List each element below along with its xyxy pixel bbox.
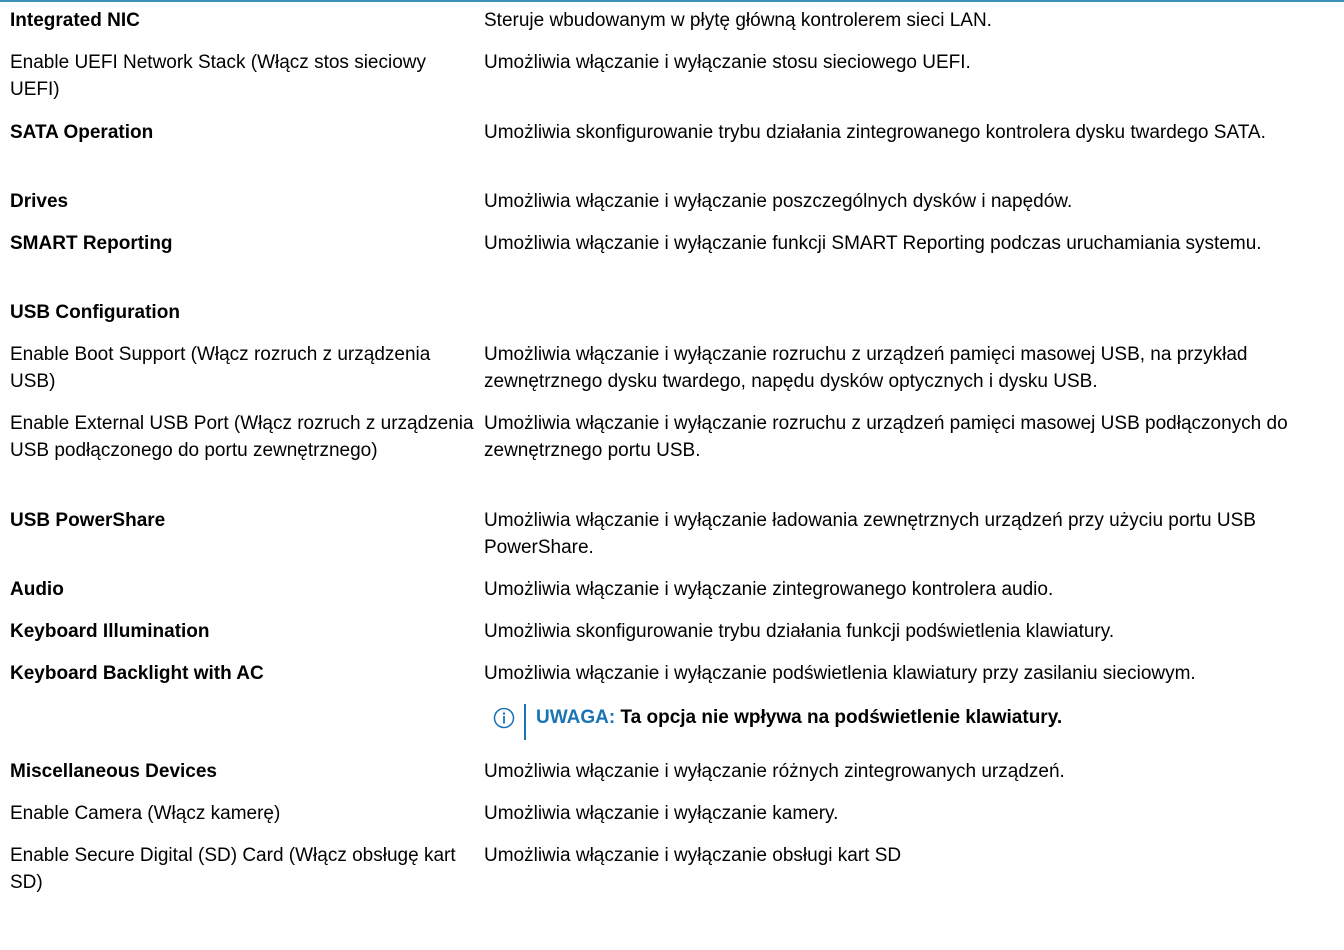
rows-group-main: Integrated NIC Steruje wbudowanym w płytę…	[10, 7, 1344, 700]
note-text: UWAGA: Ta opcja nie wpływa na podświetle…	[536, 704, 1062, 731]
option-name: SMART Reporting	[10, 233, 173, 254]
table-row: Keyboard Illumination Umożliwia skonfigur…	[10, 618, 1344, 660]
option-name: USB Configuration	[10, 302, 180, 323]
option-name: Miscellaneous Devices	[10, 761, 217, 782]
option-description: Umożliwia włączanie i wyłączanie rozruch…	[484, 344, 1248, 392]
option-description: Umożliwia włączanie i wyłączanie poszcze…	[484, 191, 1073, 212]
option-name: Enable UEFI Network Stack (Włącz stos si…	[10, 52, 427, 100]
option-description	[484, 299, 1344, 341]
option-description: Umożliwia włączanie i wyłączanie kamery.	[484, 803, 839, 824]
table-row: SMART Reporting Umożliwia włączanie i wył…	[10, 230, 1344, 299]
option-description: Umożliwia włączanie i wyłączanie zintegr…	[484, 579, 1054, 600]
option-name: SATA Operation	[10, 122, 154, 143]
option-description: Umożliwia włączanie i wyłączanie ładowan…	[484, 510, 1256, 558]
option-name: Keyboard Illumination	[10, 621, 210, 642]
option-description: Umożliwia włączanie i wyłączanie rozruch…	[484, 413, 1288, 461]
table-row: Audio Umożliwia włączanie i wyłączanie zi…	[10, 576, 1344, 618]
rows-group-misc: Miscellaneous Devices Umożliwia włączanie…	[10, 758, 1344, 902]
table-row: Keyboard Backlight with AC Umożliwia włąc…	[10, 660, 1344, 700]
table-row: USB Configuration	[10, 299, 1344, 341]
table-row: Enable External USB Port (Włącz rozruch …	[10, 410, 1344, 507]
option-name: Enable Secure Digital (SD) Card (Włącz o…	[10, 845, 456, 893]
option-name: Enable Boot Support (Włącz rozruch z urz…	[10, 344, 431, 392]
note-body: Ta opcja nie wpływa na podświetlenie kla…	[615, 707, 1063, 728]
table-row: SATA Operation Umożliwia skonfigurowanie …	[10, 119, 1344, 188]
top-rule	[0, 0, 1344, 2]
note-callout: UWAGA: Ta opcja nie wpływa na podświetle…	[484, 704, 1344, 758]
option-description: Umożliwia włączanie i wyłączanie stosu s…	[484, 52, 971, 73]
info-icon	[484, 704, 524, 729]
option-name: Integrated NIC	[10, 10, 140, 31]
option-description: Umożliwia skonfigurowanie trybu działani…	[484, 621, 1115, 642]
table-row: Enable Camera (Włącz kamerę) Umożliwia wł…	[10, 800, 1344, 842]
option-name: Drives	[10, 191, 69, 212]
option-description: Umożliwia włączanie i wyłączanie funkcji…	[484, 233, 1262, 254]
table-row: Enable UEFI Network Stack (Włącz stos si…	[10, 49, 1344, 119]
note-divider	[524, 704, 526, 740]
option-name: Audio	[10, 579, 64, 600]
options-table: Integrated NIC Steruje wbudowanym w płytę…	[10, 7, 1344, 902]
option-name: Enable Camera (Włącz kamerę)	[10, 803, 281, 824]
option-description: Umożliwia włączanie i wyłączanie obsługi…	[484, 845, 902, 866]
note-label: UWAGA:	[536, 707, 616, 728]
table-row: Miscellaneous Devices Umożliwia włączanie…	[10, 758, 1344, 800]
option-name: USB PowerShare	[10, 510, 166, 531]
option-name: Keyboard Backlight with AC	[10, 663, 264, 684]
table-row: Integrated NIC Steruje wbudowanym w płytę…	[10, 7, 1344, 49]
table-row: Enable Secure Digital (SD) Card (Włącz o…	[10, 842, 1344, 902]
option-description: Steruje wbudowanym w płytę główną kontro…	[484, 10, 992, 31]
option-name: Enable External USB Port (Włącz rozruch …	[10, 413, 474, 461]
table-row: Drives Umożliwia włączanie i wyłączanie p…	[10, 188, 1344, 230]
option-description: Umożliwia włączanie i wyłączanie podświe…	[484, 663, 1196, 684]
option-description: Umożliwia włączanie i wyłączanie różnych…	[484, 761, 1065, 782]
table-row: Enable Boot Support (Włącz rozruch z urz…	[10, 341, 1344, 410]
option-description: Umożliwia skonfigurowanie trybu działani…	[484, 122, 1266, 143]
table-row: USB PowerShare Umożliwia włączanie i wyłą…	[10, 507, 1344, 576]
